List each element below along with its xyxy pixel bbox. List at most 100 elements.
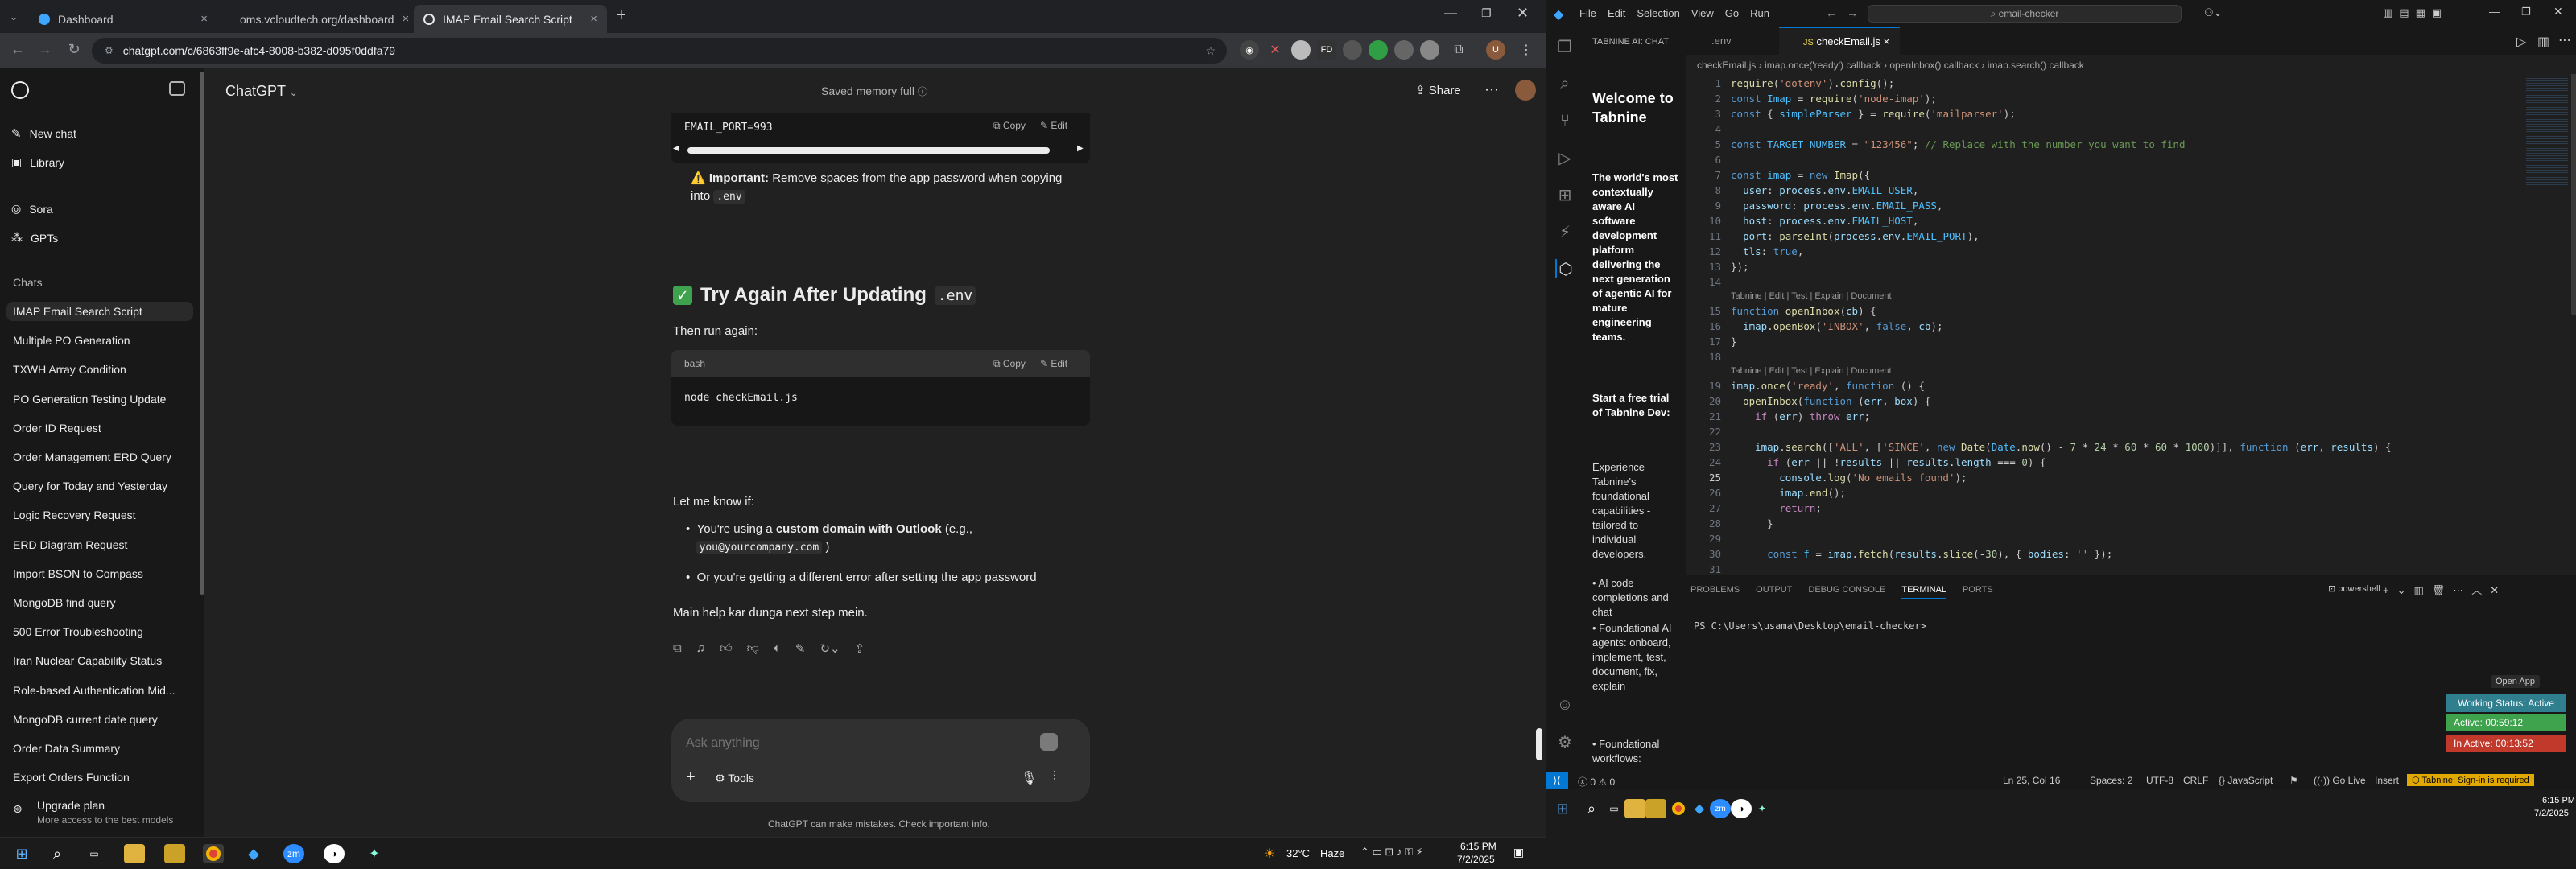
weather-icon[interactable]: ☀ xyxy=(1264,846,1275,862)
chat-history-item[interactable]: Logic Recovery Request xyxy=(13,509,136,521)
extension-incognito-icon[interactable]: ◉ xyxy=(1240,40,1259,60)
extension-circle-icon[interactable] xyxy=(1291,40,1311,60)
user-avatar[interactable] xyxy=(1515,80,1536,101)
browser-tab-imap[interactable]: IMAP Email Search Script × xyxy=(414,5,607,33)
regenerate-icon[interactable]: ↻⌄ xyxy=(819,641,840,656)
extension-lock-icon[interactable] xyxy=(1394,40,1414,60)
breadcrumb-item[interactable]: imap.search() callback xyxy=(1988,60,2084,71)
panel-tab[interactable]: PROBLEMS xyxy=(1690,585,1740,599)
forward-icon[interactable]: → xyxy=(35,41,55,58)
upgrade-plan-button[interactable]: ⊛ Upgrade plan More access to the best m… xyxy=(8,797,198,830)
restore-icon[interactable]: ❐ xyxy=(1481,6,1492,20)
voice-mode-icon[interactable]: ⫶ xyxy=(1053,770,1056,785)
zoom-icon[interactable]: zm xyxy=(283,844,304,863)
chat-history-item[interactable]: Import BSON to Compass xyxy=(13,567,143,580)
chrome-icon[interactable] xyxy=(1668,799,1689,818)
app-icon[interactable]: ◑ xyxy=(1731,799,1752,818)
menu-item[interactable]: Selection xyxy=(1637,7,1679,19)
close-tab-icon[interactable]: × xyxy=(1884,35,1890,47)
nav-back-icon[interactable]: ← xyxy=(1826,6,1837,19)
app-icon[interactable]: ✦ xyxy=(1752,799,1773,818)
file-explorer-icon[interactable] xyxy=(1624,799,1645,818)
code-lens[interactable]: Tabnine | Edit | Test | Explain | Docume… xyxy=(1731,291,1892,301)
chat-history-item[interactable]: Iran Nuclear Capability Status xyxy=(13,654,162,667)
chat-history-item[interactable]: Order ID Request xyxy=(13,422,101,434)
new-chat-button[interactable]: ✎ New chat xyxy=(11,126,76,141)
chat-history-item[interactable]: Order Management ERD Query xyxy=(13,451,171,463)
new-tab-icon[interactable]: + xyxy=(617,6,626,25)
gpts-button[interactable]: ⁂ GPTs xyxy=(11,231,58,245)
read-aloud-icon[interactable]: 🔈︎ xyxy=(774,641,781,656)
terminal-actions[interactable]: +⌄▥🗑︎⋯︿✕ xyxy=(2383,582,2507,597)
profile-avatar[interactable]: U xyxy=(1486,40,1505,60)
problems-indicator[interactable]: ⓧ 0 ⚠ 0 xyxy=(1578,775,1615,789)
extension-green-icon[interactable] xyxy=(1368,40,1388,60)
copy-button[interactable]: ⧉ Copy xyxy=(993,120,1026,132)
nav-forward-icon[interactable]: → xyxy=(1847,6,1858,19)
chrome-icon[interactable] xyxy=(203,844,224,863)
extension-x-icon[interactable]: ✕ xyxy=(1265,40,1285,60)
reload-icon[interactable]: ↻ xyxy=(64,41,84,58)
breadcrumb-item[interactable]: openInbox() callback xyxy=(1889,60,1979,71)
sound-icon[interactable]: ♫ xyxy=(696,641,705,656)
chat-history-item[interactable]: PO Generation Testing Update xyxy=(13,393,166,406)
run-icon[interactable]: ▷ xyxy=(2516,34,2526,50)
restore-icon[interactable]: ❐ xyxy=(2521,6,2531,19)
edit-button[interactable]: ✎ Edit xyxy=(1040,358,1067,369)
feedback-icon[interactable]: ⚑ xyxy=(2289,775,2298,786)
notification-icon[interactable]: ▣ xyxy=(1513,846,1524,859)
command-center[interactable]: ⌕ email-checker xyxy=(1868,5,2182,23)
search-icon[interactable]: ⌕ xyxy=(47,844,68,863)
chat-history-item[interactable]: TXWH Array Condition xyxy=(13,363,126,376)
chat-history-item[interactable]: 500 Error Troubleshooting xyxy=(13,625,143,638)
tabnine-icon[interactable]: ⬡ xyxy=(1555,259,1575,278)
microphone-icon[interactable]: 🎙︎ xyxy=(1021,770,1037,786)
open-app-button[interactable]: Open App xyxy=(2491,675,2540,688)
insert-mode[interactable]: Insert xyxy=(2375,775,2399,786)
encoding[interactable]: UTF-8 xyxy=(2146,775,2174,786)
scroll-right-icon[interactable]: ▶ xyxy=(1077,144,1084,153)
remote-indicator[interactable]: ⟩⟨ xyxy=(1546,772,1568,790)
layout-icons[interactable]: ▥▤▦▣ xyxy=(2383,6,2448,19)
tools-button[interactable]: ⚙ Tools xyxy=(715,772,754,785)
close-window-icon[interactable]: ✕ xyxy=(2553,5,2563,19)
panel-tab[interactable]: PORTS xyxy=(1963,585,1993,599)
main-scrollbar[interactable] xyxy=(1536,728,1542,760)
windows-start-icon[interactable]: ⊞ xyxy=(1552,799,1573,818)
tab-search-icon[interactable]: ⌄ xyxy=(6,10,21,24)
menu-item[interactable]: File xyxy=(1579,7,1596,19)
app-icon[interactable]: ✦ xyxy=(364,844,385,863)
panel-tab[interactable]: OUTPUT xyxy=(1756,585,1792,599)
sora-button[interactable]: ◎ Sora xyxy=(11,202,53,216)
minimap[interactable] xyxy=(2526,74,2568,187)
back-icon[interactable]: ← xyxy=(8,41,27,58)
chat-history-item[interactable]: Export Orders Function xyxy=(13,771,130,784)
tab-env[interactable]: .env xyxy=(1686,27,1779,55)
code-area[interactable]: 1 require('dotenv').config(); 2 const Imap… xyxy=(1686,74,2539,575)
horizontal-scrollbar[interactable] xyxy=(687,147,1050,154)
breadcrumb-item[interactable]: imap.once('ready') callback xyxy=(1765,60,1881,71)
extensions-icon[interactable]: ⊞ xyxy=(1555,185,1575,204)
menu-item[interactable]: View xyxy=(1691,7,1714,19)
store-icon[interactable] xyxy=(164,844,185,863)
terminal-prompt[interactable]: PS C:\Users\usama\Desktop\email-checker> xyxy=(1694,620,1926,632)
extension-gray-icon[interactable] xyxy=(1420,40,1439,60)
chat-history-item[interactable]: MongoDB find query xyxy=(13,596,116,609)
vscode-icon[interactable]: ◆ xyxy=(1689,799,1710,818)
chat-history-item[interactable]: IMAP Email Search Script xyxy=(6,302,193,321)
editor-scrollbar[interactable] xyxy=(2571,74,2576,315)
close-window-icon[interactable]: ✕ xyxy=(1517,5,1529,22)
panel-tab[interactable]: DEBUG CONSOLE xyxy=(1808,585,1885,599)
windows-start-icon[interactable]: ⊞ xyxy=(11,844,32,863)
thumbs-down-icon[interactable]: 👎︎ xyxy=(747,641,759,656)
copy-icon[interactable]: ⧉ xyxy=(673,641,682,656)
extensions-puzzle-icon[interactable]: ⧉ xyxy=(1449,40,1468,60)
tab-checkemail[interactable]: JS checkEmail.js × xyxy=(1779,27,1900,55)
zoom-icon[interactable]: zm xyxy=(1710,799,1731,818)
browser-tab-dashboard[interactable]: Dashboard × xyxy=(29,5,217,33)
terminal-shell[interactable]: ⊡ powershell xyxy=(2328,583,2380,594)
message-input[interactable] xyxy=(686,733,1024,754)
share-button[interactable]: ⇪ Share xyxy=(1415,83,1461,97)
tray-icons[interactable]: ⌃ ▭ ⊡ ♪ ⚿ ⚡ xyxy=(1360,846,1423,859)
line-ending[interactable]: CRLF xyxy=(2183,775,2208,786)
